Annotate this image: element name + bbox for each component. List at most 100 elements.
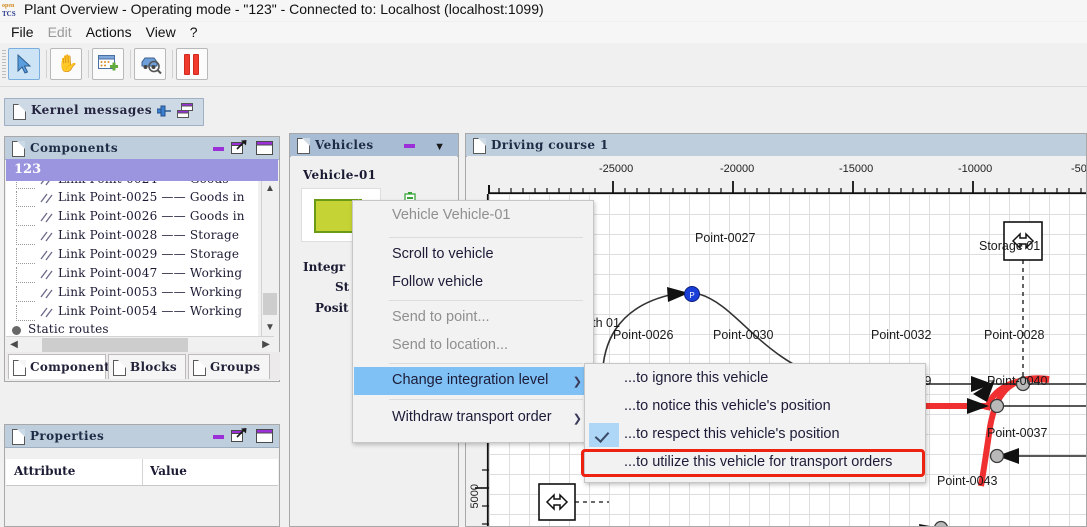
tab-label: Groups: [210, 360, 261, 374]
window-title: Plant Overview - Operating mode - "123" …: [24, 1, 544, 17]
vehicles-panel-title: Vehicles: [315, 138, 374, 152]
column-attribute: Attribute: [14, 464, 76, 478]
pause-all-vehicles-button[interactable]: [176, 48, 208, 80]
properties-table-header: Attribute Value: [6, 459, 278, 486]
pan-tool-button[interactable]: ✋: [50, 48, 82, 80]
ruler-tick-label: -15000: [839, 163, 874, 175]
context-menu-header: Vehicle Vehicle-01: [354, 202, 592, 230]
point-label: Point-0030: [713, 328, 774, 342]
document-icon: [473, 138, 486, 154]
menu-actions[interactable]: Actions: [79, 23, 139, 41]
scroll-left-icon[interactable]: ◀: [6, 337, 22, 353]
integration-level-submenu[interactable]: ...to ignore this vehicle ...to notice t…: [581, 363, 926, 483]
horizontal-scroll-thumb[interactable]: [42, 338, 188, 352]
link-icon: [40, 269, 53, 280]
tree-item-label: Link Point-0026 —— Goods in: [58, 209, 245, 223]
chevron-right-icon: ❯: [572, 376, 582, 388]
check-icon: [589, 423, 619, 447]
menu-item-label: Scroll to vehicle: [392, 246, 494, 262]
find-vehicle-button[interactable]: [134, 48, 166, 80]
tab-groups[interactable]: Groups: [188, 354, 270, 379]
vehicle-search-icon: [141, 57, 162, 74]
pin-icon[interactable]: [157, 105, 171, 118]
point-label: Point-0028: [984, 328, 1045, 342]
ruler-tick-label: -25000: [599, 163, 634, 175]
driving-course-title: Driving course 1: [491, 138, 609, 152]
ruler-tick-label: -50: [1071, 163, 1086, 175]
menu-file[interactable]: File: [4, 23, 41, 41]
properties-panel: Properties Attribute Value: [4, 424, 280, 527]
tab-components[interactable]: Components: [8, 354, 117, 379]
vehicle-context-menu[interactable]: Vehicle Vehicle-01 Scroll to vehicle Fol…: [352, 200, 594, 443]
submenu-item-ignore-vehicle[interactable]: ...to ignore this vehicle: [586, 365, 924, 393]
chevron-right-icon: ❯: [572, 413, 582, 425]
menu-item-label: Change integration level: [392, 372, 549, 388]
stack-windows-icon[interactable]: [177, 103, 194, 119]
scroll-right-icon[interactable]: ▶: [258, 337, 274, 353]
select-tool-button[interactable]: [8, 48, 40, 80]
ruler-tick-label: -10000: [958, 163, 993, 175]
menu-edit[interactable]: Edit: [41, 23, 79, 41]
add-window-button[interactable]: [92, 48, 124, 80]
submenu-item-respect-position[interactable]: ...to respect this vehicle's position: [586, 421, 924, 449]
kernel-messages-tab[interactable]: Kernel messages: [4, 98, 204, 126]
point-label: Point-0040: [987, 374, 1048, 388]
tree-item-label: Link Point-0047 —— Working: [58, 266, 243, 280]
link-icon: [40, 250, 53, 261]
scroll-up-icon[interactable]: ▲: [262, 181, 278, 197]
minimize-icon[interactable]: [212, 429, 225, 442]
menu-item-change-integration-level[interactable]: Change integration level ❯: [354, 367, 592, 395]
menu-item-send-to-point[interactable]: Send to point...: [354, 304, 592, 332]
properties-panel-header: Properties: [5, 425, 279, 448]
highlight-annotation-box: [581, 449, 925, 477]
tree-item-label: Link Point-0024 —— Goods: [58, 181, 229, 186]
tree-item-label: Link Point-0053 —— Working: [58, 285, 243, 299]
submenu-item-notice-position[interactable]: ...to notice this vehicle's position: [586, 393, 924, 421]
maximize-icon[interactable]: [256, 141, 273, 155]
chevron-down-icon[interactable]: ▼: [434, 141, 445, 153]
tab-blocks[interactable]: Blocks: [108, 354, 186, 379]
tree-vertical-scrollbar[interactable]: ▲ ▼: [261, 181, 278, 336]
app-logo-icon: open TCS: [2, 3, 16, 18]
menu-item-scroll-to-vehicle[interactable]: Scroll to vehicle: [354, 241, 592, 269]
link-icon: [40, 193, 53, 204]
menu-bar: File Edit Actions View?: [0, 22, 1087, 43]
menu-item-label: Send to point...: [392, 309, 490, 325]
menu-view[interactable]: View: [139, 23, 183, 41]
point-label: Point-0032: [871, 328, 932, 342]
selected-model-row[interactable]: 123: [6, 159, 278, 181]
minimize-icon[interactable]: [403, 138, 416, 151]
components-tree[interactable]: Link Point-0024 —— Goods Link Point-0025…: [6, 181, 258, 336]
menu-item-label: Follow vehicle: [392, 274, 484, 290]
scroll-down-icon[interactable]: ▼: [262, 320, 278, 336]
document-icon: [297, 138, 310, 154]
pause-icon: [184, 54, 202, 75]
menu-help[interactable]: ?: [183, 23, 205, 41]
link-icon: [40, 307, 53, 318]
link-icon: [40, 212, 53, 223]
menu-item-send-to-location[interactable]: Send to location...: [354, 332, 592, 360]
tree-item-label: Link Point-0029 —— Storage: [58, 247, 240, 261]
selected-model-label: 123: [14, 162, 42, 177]
vehicle-position-label: Posit: [315, 301, 349, 315]
menu-item-withdraw-transport-order[interactable]: Withdraw transport order ❯: [354, 404, 592, 432]
ruler-tick-label: -20000: [720, 163, 755, 175]
float-panel-icon[interactable]: [231, 428, 247, 443]
toolbar-grip[interactable]: [2, 50, 6, 80]
tree-item-label: Link Point-0054 —— Working: [58, 304, 243, 318]
vehicle-state-label: St: [335, 280, 350, 294]
driving-course-header: Driving course 1: [466, 134, 1086, 157]
point-label: Point-0027: [695, 231, 756, 245]
components-panel: Components 123 Link Point-0024 —— Goods: [4, 136, 280, 382]
float-panel-icon[interactable]: [231, 140, 247, 155]
components-tab-strip: Components Blocks Groups: [6, 352, 280, 380]
menu-item-follow-vehicle[interactable]: Follow vehicle: [354, 269, 592, 297]
maximize-icon[interactable]: [256, 429, 273, 443]
vehicles-panel-header: Vehicles ▼: [290, 134, 458, 157]
tab-label: Components: [30, 360, 118, 374]
minimize-icon[interactable]: [212, 141, 225, 154]
tree-item-label: Link Point-0025 —— Goods in: [58, 190, 245, 204]
vertical-scroll-thumb[interactable]: [263, 293, 277, 315]
add-window-icon: [98, 55, 118, 71]
document-icon: [13, 360, 26, 376]
